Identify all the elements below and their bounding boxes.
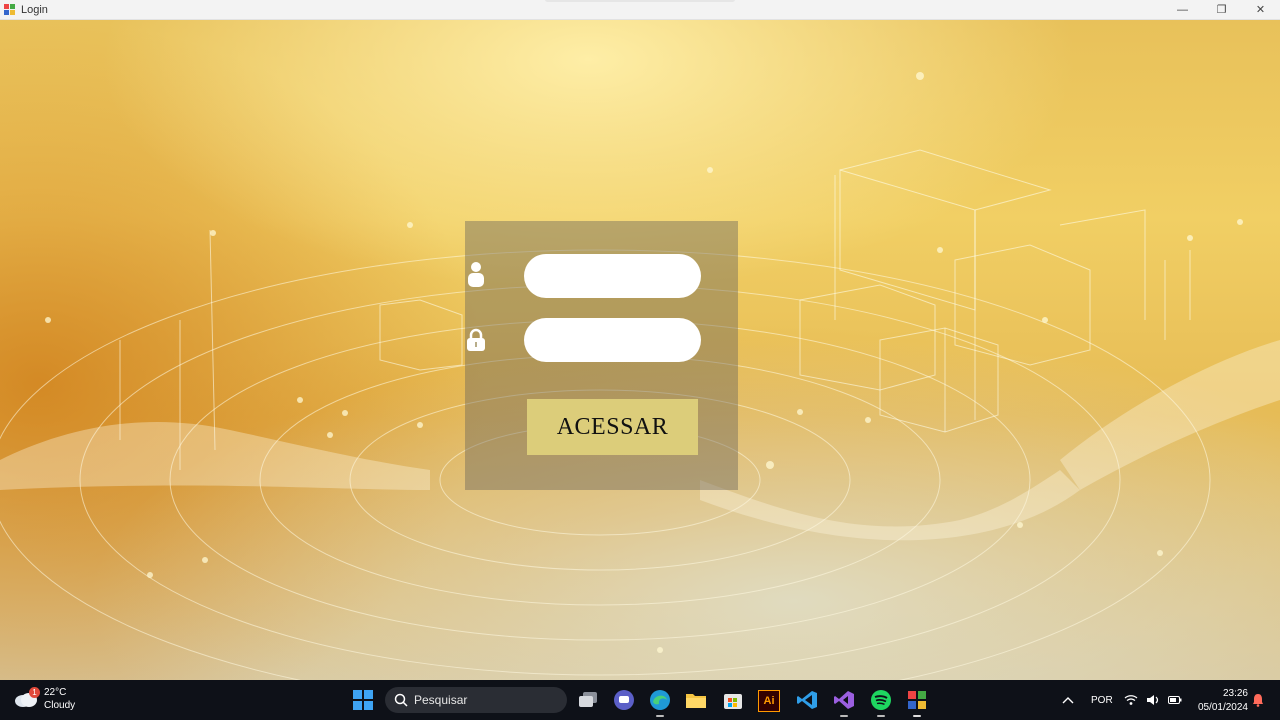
start-button[interactable] [353,690,373,710]
folder-icon [686,694,706,708]
weather-widget[interactable]: 1 22°C Cloudy [14,686,75,712]
background-image: ACESSAR [0,20,1280,680]
login-panel: ACESSAR [465,221,738,490]
battery-icon [1168,696,1182,704]
taskbar-search[interactable]: Pesquisar [385,687,567,713]
username-input[interactable] [524,254,701,298]
task-view-button[interactable] [576,688,600,712]
login-window: Login — ❐ ✕ ACESSAR [0,0,1280,680]
show-hidden-icons[interactable] [1062,680,1074,720]
notifications-button[interactable] [1252,680,1264,720]
quick-settings[interactable] [1124,680,1182,720]
chevron-up-icon [1062,697,1074,704]
lock-icon [467,328,485,351]
clock[interactable]: 23:26 05/01/2024 [1188,687,1248,715]
spotify-icon [871,690,891,710]
window-title: Login [21,3,48,16]
title-bar: Login — ❐ ✕ [0,0,1280,20]
task-view-icon [579,692,597,707]
clock-time: 23:26 [1222,688,1248,699]
bell-icon [1253,694,1263,707]
spotify-button[interactable] [869,688,893,717]
edge-button[interactable] [648,688,672,717]
taskbar: 1 22°C Cloudy Pesquisar Ai POR 23:26 05/… [0,680,1280,720]
close-button[interactable]: ✕ [1241,0,1280,19]
microsoft-store-button[interactable] [721,688,745,712]
illustrator-icon: Ai [763,695,775,707]
minimize-button[interactable]: — [1163,0,1202,19]
language-indicator[interactable]: POR [1091,680,1113,720]
store-icon [724,694,742,709]
teams-chat-icon [614,690,634,710]
windows-logo-icon [353,690,362,699]
volume-icon [1147,695,1159,705]
search-icon [394,693,408,707]
vscode-button[interactable] [795,688,819,712]
app-window-icon [908,691,926,709]
app-icon [4,3,16,16]
user-icon [468,262,484,287]
snap-handle [545,0,735,2]
winforms-app-button[interactable] [905,688,929,717]
acessar-button[interactable]: ACESSAR [527,399,698,455]
teams-button[interactable] [612,688,636,712]
weather-temperature: 22°C [44,687,67,698]
file-explorer-button[interactable] [684,688,708,712]
cloud-icon: 1 [14,687,40,708]
visual-studio-button[interactable] [832,688,856,717]
weather-condition: Cloudy [44,700,76,711]
restore-button[interactable]: ❐ [1202,0,1241,19]
illustrator-button[interactable]: Ai [758,690,780,712]
clock-date: 05/01/2024 [1197,702,1248,713]
edge-icon [650,690,670,710]
password-input[interactable] [524,318,701,362]
vscode-icon [797,691,817,709]
search-placeholder: Pesquisar [414,693,468,707]
weather-badge: 1 [29,687,40,698]
visual-studio-icon [834,691,854,709]
wifi-icon [1124,695,1138,705]
